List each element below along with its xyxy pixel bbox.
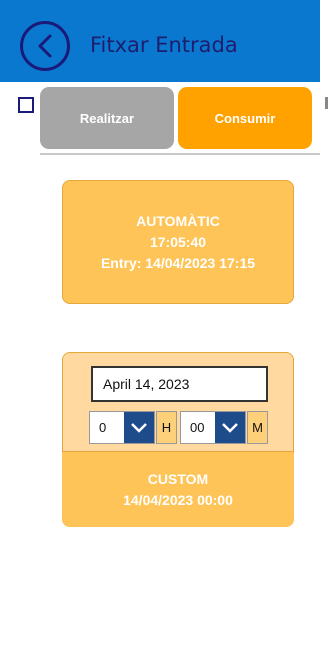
hour-select[interactable]: 0 xyxy=(89,411,155,444)
realitzar-button[interactable]: Realitzar xyxy=(40,87,174,149)
minute-unit-label: M xyxy=(247,411,268,444)
side-marker xyxy=(325,97,328,109)
hour-unit-label: H xyxy=(156,411,177,444)
chevron-down-icon xyxy=(215,412,245,443)
app-header: Fitxar Entrada xyxy=(0,0,320,82)
automatic-time: 17:05:40 xyxy=(149,233,207,250)
hour-value: 0 xyxy=(99,420,107,435)
custom-label: CUSTOM xyxy=(147,470,209,487)
consumir-button[interactable]: Consumir xyxy=(178,87,312,149)
custom-entry-panel: April 14, 2023 0 H 00 M CUSTOM 14/04/202… xyxy=(62,352,294,527)
automatic-entry-text: Entry: 14/04/2023 17:15 xyxy=(100,254,256,271)
minute-select[interactable]: 00 xyxy=(180,411,246,444)
automatic-label: AUTOMÀTIC xyxy=(136,212,220,229)
divider xyxy=(40,153,320,155)
header-edge xyxy=(320,0,331,82)
custom-entry-button[interactable]: CUSTOM 14/04/2023 00:00 xyxy=(62,451,294,527)
page-title: Fitxar Entrada xyxy=(90,33,238,57)
automatic-entry-button[interactable]: AUTOMÀTIC 17:05:40 Entry: 14/04/2023 17:… xyxy=(62,180,294,304)
select-checkbox[interactable] xyxy=(18,97,34,113)
minute-value: 00 xyxy=(190,420,205,435)
chevron-down-icon xyxy=(124,412,154,443)
custom-datetime: 14/04/2023 00:00 xyxy=(123,491,233,508)
date-picker-input[interactable]: April 14, 2023 xyxy=(91,366,268,402)
chevron-left-icon xyxy=(38,34,52,58)
back-button[interactable] xyxy=(20,21,70,71)
